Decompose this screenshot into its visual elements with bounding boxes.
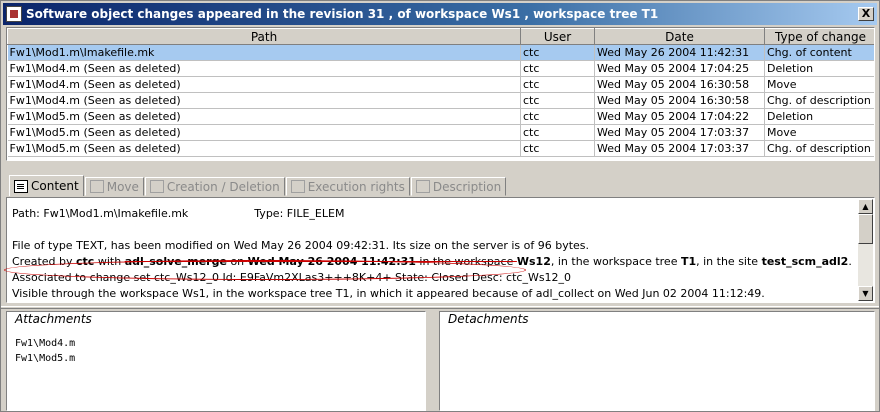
created-command: adl_solve_merge — [124, 255, 227, 268]
divider — [1, 306, 879, 309]
cell-path: Fw1\Mod4.m (Seen as deleted) — [7, 92, 521, 109]
table-row[interactable]: Fw1\Mod4.m (Seen as deleted) ctc Wed May… — [7, 92, 874, 109]
rights-icon — [290, 180, 305, 193]
cell-date: Wed May 05 2004 16:30:58 — [594, 76, 765, 93]
tab-execution-rights[interactable]: Execution rights — [285, 177, 410, 196]
cell-date: Wed May 05 2004 17:03:37 — [594, 124, 765, 141]
created-date: Wed May 26 2004 11:42:31 — [247, 255, 416, 268]
cell-user: ctc — [520, 108, 595, 125]
splitter[interactable] — [429, 311, 435, 411]
cell-date: Wed May 05 2004 16:30:58 — [594, 92, 765, 109]
list-item[interactable]: Fw1\Mod5.m — [15, 351, 75, 366]
cell-user: ctc — [520, 44, 595, 61]
tab-move[interactable]: Move — [84, 177, 144, 196]
created-tree: T1 — [680, 255, 697, 268]
cell-type: Move — [764, 124, 874, 141]
attachments-list: Fw1\Mod4.m Fw1\Mod5.m — [15, 336, 75, 366]
column-header-path[interactable]: Path — [7, 28, 521, 45]
cell-path: Fw1\Mod5.m (Seen as deleted) — [7, 108, 521, 125]
tab-label: Move — [106, 179, 139, 194]
tab-creation-deletion[interactable]: Creation / Deletion — [144, 177, 285, 196]
close-button[interactable]: X — [858, 7, 874, 21]
cell-path: Fw1\Mod1.m\Imakefile.mk — [7, 44, 521, 61]
table-row[interactable]: Fw1\Mod5.m (Seen as deleted) ctc Wed May… — [7, 108, 874, 125]
table-row[interactable]: Fw1\Mod5.m (Seen as deleted) ctc Wed May… — [7, 124, 874, 141]
type-label: Type: FILE_ELEM — [254, 207, 345, 220]
cell-type: Deletion — [764, 108, 874, 125]
column-header-date[interactable]: Date — [594, 28, 765, 45]
tab-label: Execution rights — [307, 179, 405, 194]
associated-line: Associated to change set ctc_Ws12_0 Id: … — [12, 271, 572, 284]
cell-type: Chg. of content — [764, 44, 874, 61]
detachments-legend: Detachments — [446, 312, 531, 326]
scroll-up-icon[interactable]: ▲ — [858, 199, 873, 214]
cell-type: Chg. of description — [764, 92, 874, 109]
cell-path: Fw1\Mod4.m (Seen as deleted) — [7, 76, 521, 93]
detail-tabs: Content Move Creation / Deletion Executi… — [9, 175, 507, 197]
column-header-user[interactable]: User — [520, 28, 595, 45]
tab-content[interactable]: Content — [9, 175, 84, 196]
table-row[interactable]: Fw1\Mod4.m (Seen as deleted) ctc Wed May… — [7, 60, 874, 77]
content-details: Path: Fw1\Mod1.m\Imakefile.mk Type: FILE_… — [6, 197, 875, 303]
cell-user: ctc — [520, 76, 595, 93]
app-icon — [6, 6, 22, 22]
table-row[interactable]: Fw1\Mod4.m (Seen as deleted) ctc Wed May… — [7, 76, 874, 93]
cell-user: ctc — [520, 140, 595, 157]
cell-path: Fw1\Mod5.m (Seen as deleted) — [7, 124, 521, 141]
scroll-thumb[interactable] — [858, 214, 873, 244]
scroll-down-icon[interactable]: ▼ — [858, 286, 873, 301]
cell-user: ctc — [520, 92, 595, 109]
path-line: Path: Fw1\Mod1.m\Imakefile.mk Type: FILE_… — [12, 206, 857, 222]
cell-type: Chg. of description — [764, 140, 874, 157]
comment-icon — [415, 180, 430, 193]
table-row[interactable]: Fw1\Mod1.m\Imakefile.mk ctc Wed May 26 2… — [7, 44, 874, 61]
details-scrollbar[interactable]: ▲ ▼ — [858, 199, 873, 301]
tab-description[interactable]: Description — [410, 177, 507, 196]
cell-date: Wed May 05 2004 17:04:25 — [594, 60, 765, 77]
tab-label: Content — [31, 179, 79, 193]
table-header: Path User Date Type of change — [7, 28, 874, 45]
move-icon — [89, 180, 104, 193]
created-site: test_scm_adl2 — [761, 255, 849, 268]
cell-type: Move — [764, 76, 874, 93]
column-header-type[interactable]: Type of change — [764, 28, 874, 45]
cell-date: Wed May 05 2004 17:03:37 — [594, 140, 765, 157]
app-window: Software object changes appeared in the … — [0, 0, 880, 412]
modified-line: File of type TEXT, has been modified on … — [12, 239, 590, 252]
cell-user: ctc — [520, 60, 595, 77]
created-workspace: Ws12 — [516, 255, 551, 268]
created-line: Created by ctc with adl_solve_merge on W… — [12, 255, 852, 268]
cell-date: Wed May 05 2004 17:04:22 — [594, 108, 765, 125]
detachments-panel: Detachments — [439, 311, 875, 411]
created-user: ctc — [76, 255, 95, 268]
visible-line: Visible through the workspace Ws1, in th… — [12, 287, 765, 300]
changes-table: Path User Date Type of change Fw1\Mod1.m… — [6, 27, 875, 161]
attachments-legend: Attachments — [13, 312, 94, 326]
path-label: Path: Fw1\Mod1.m\Imakefile.mk — [12, 207, 189, 220]
table-row[interactable]: Fw1\Mod5.m (Seen as deleted) ctc Wed May… — [7, 140, 874, 157]
document-icon — [14, 179, 28, 193]
cell-user: ctc — [520, 124, 595, 141]
delete-icon — [149, 180, 164, 193]
cell-path: Fw1\Mod5.m (Seen as deleted) — [7, 140, 521, 157]
cell-type: Deletion — [764, 60, 874, 77]
cell-path: Fw1\Mod4.m (Seen as deleted) — [7, 60, 521, 77]
cell-date: Wed May 26 2004 11:42:31 — [594, 44, 765, 61]
list-item[interactable]: Fw1\Mod4.m — [15, 336, 75, 351]
window-title: Software object changes appeared in the … — [26, 7, 659, 21]
tab-label: Creation / Deletion — [166, 179, 280, 194]
title-bar: Software object changes appeared in the … — [3, 3, 877, 25]
attachments-panel: Attachments Fw1\Mod4.m Fw1\Mod5.m — [6, 311, 426, 411]
tab-label: Description — [432, 179, 502, 194]
